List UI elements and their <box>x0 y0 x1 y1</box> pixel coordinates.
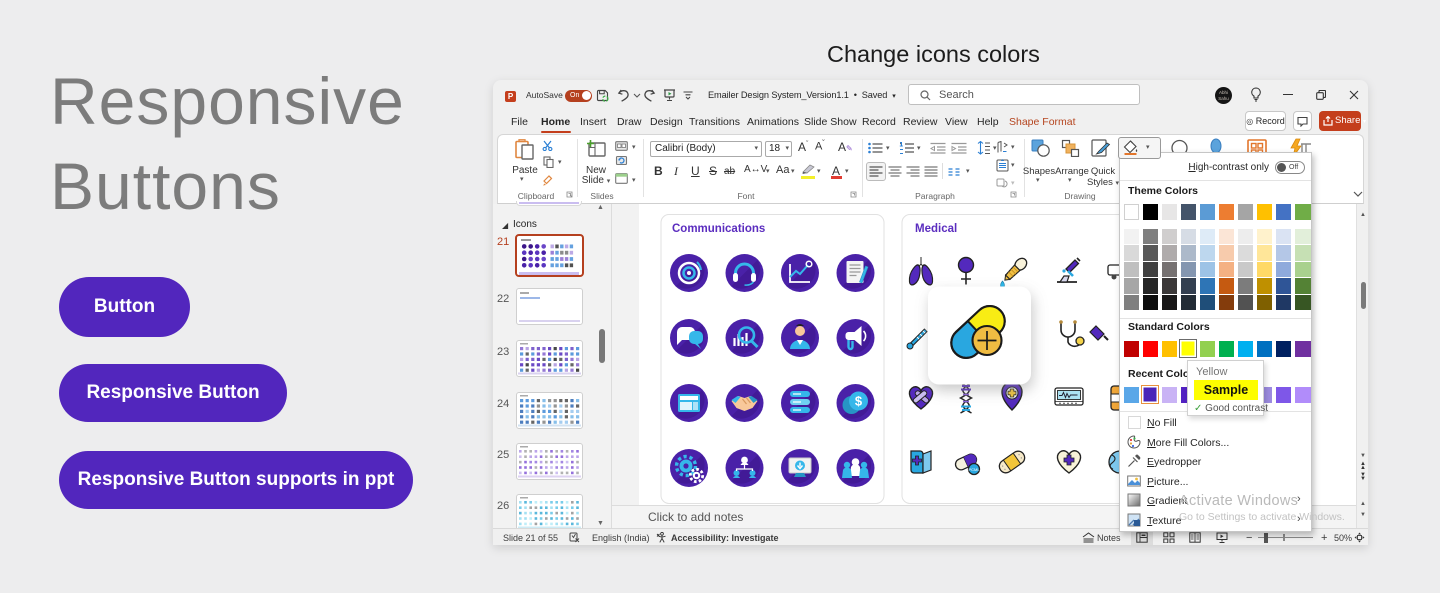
svg-text:Communications: Communications <box>672 223 765 235</box>
svg-text:$: $ <box>855 394 863 409</box>
svg-text:Medical: Medical <box>915 223 957 235</box>
svg-text:PCML: PCML <box>968 467 980 472</box>
